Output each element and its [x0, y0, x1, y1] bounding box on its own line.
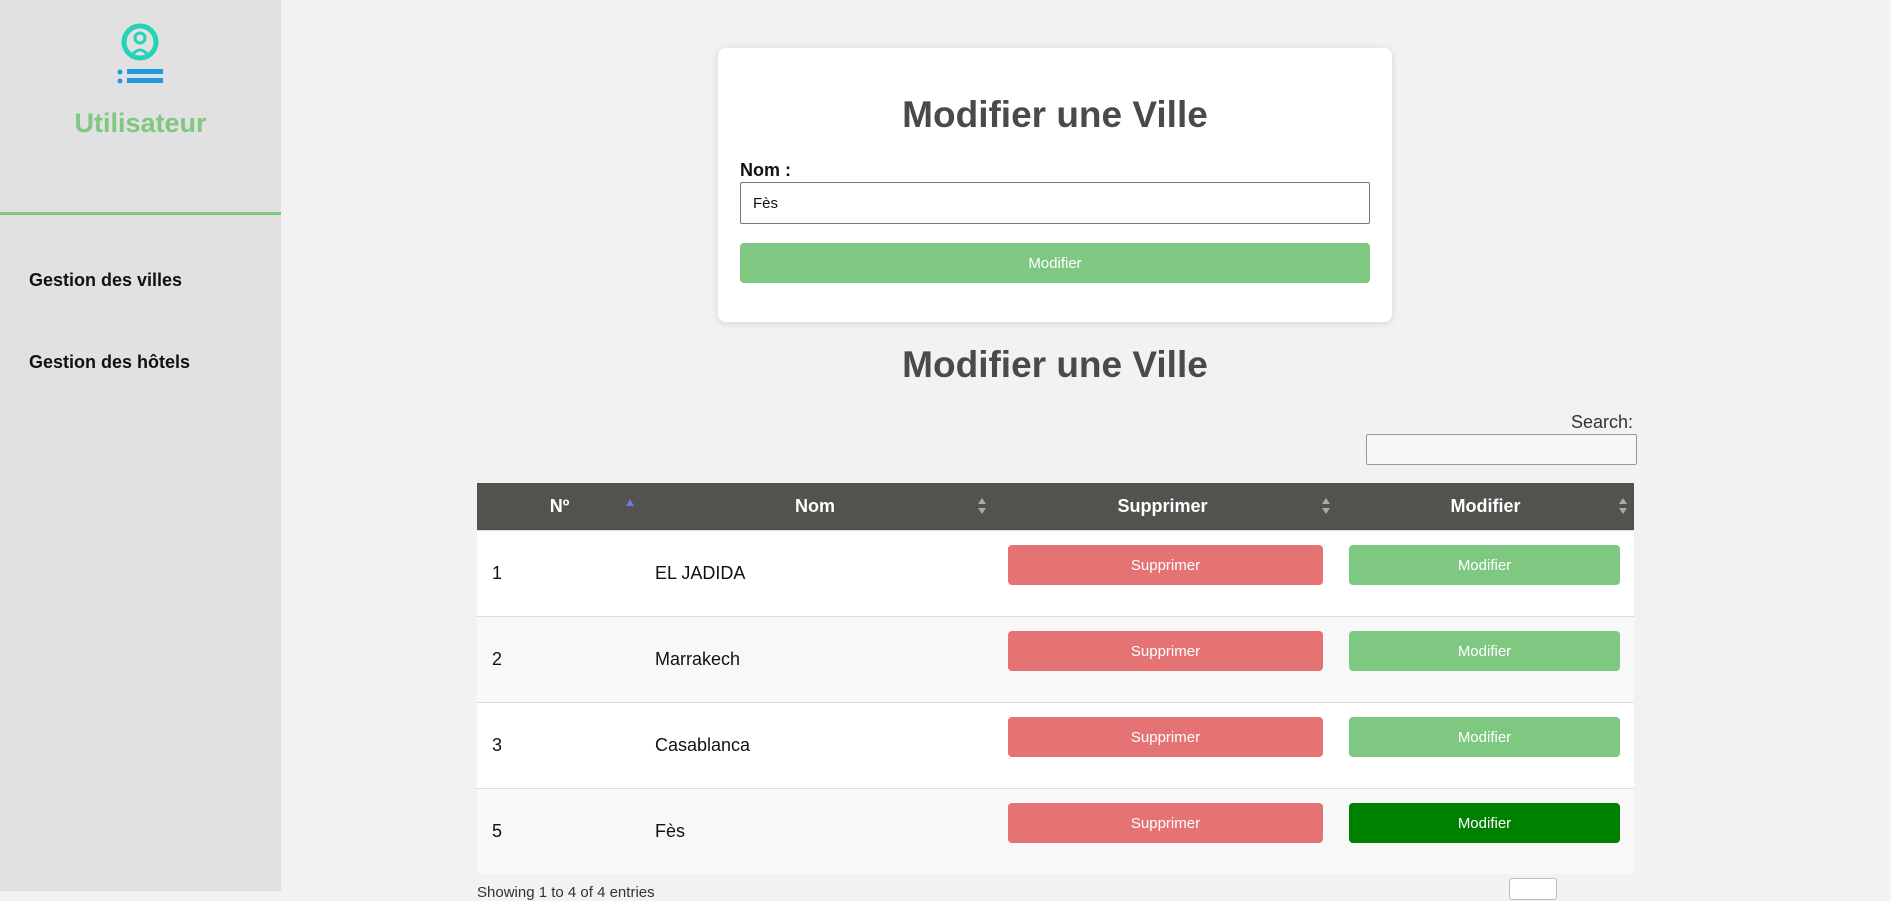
- delete-button[interactable]: Supprimer: [1008, 803, 1323, 843]
- nom-label: Nom :: [740, 160, 791, 180]
- sort-both-icon[interactable]: [977, 497, 987, 515]
- edit-button[interactable]: Modifier: [1349, 545, 1620, 585]
- table-info: Showing 1 to 4 of 4 entries: [477, 884, 655, 901]
- column-header-no[interactable]: Nº: [477, 483, 642, 530]
- edit-button[interactable]: Modifier: [1349, 803, 1620, 843]
- column-header-supprimer[interactable]: Supprimer: [988, 483, 1337, 530]
- cell-nom: Casablanca: [655, 735, 751, 755]
- cell-no: 2: [492, 649, 503, 669]
- cell-nom: EL JADIDA: [655, 563, 746, 583]
- cell-nom: Marrakech: [655, 649, 741, 669]
- table-row: 1 EL JADIDA Supprimer Modifier: [477, 530, 1634, 616]
- delete-button[interactable]: Supprimer: [1008, 631, 1323, 671]
- delete-button[interactable]: Supprimer: [1008, 545, 1323, 585]
- cell-nom: Fès: [655, 821, 686, 841]
- column-header-nom[interactable]: Nom: [642, 483, 988, 530]
- table-row: 2 Marrakech Supprimer Modifier: [477, 616, 1634, 702]
- search-label: Search:: [1571, 412, 1634, 432]
- sidebar-divider: [0, 212, 281, 215]
- table-header: Nº Nom Supprimer Modifier: [477, 483, 1634, 530]
- cities-table: Nº Nom Supprimer Modifier 1 EL JADIDA Su…: [477, 483, 1634, 874]
- user-list-icon: [117, 23, 163, 84]
- sidebar-item-villes[interactable]: Gestion des villes: [29, 270, 182, 291]
- cell-no: 3: [492, 735, 503, 755]
- sidebar: Utilisateur Gestion des villes Gestion d…: [0, 0, 281, 891]
- list-title: Modifier une Ville: [902, 344, 1208, 385]
- sort-both-icon[interactable]: [1618, 497, 1628, 515]
- edit-button[interactable]: Modifier: [1349, 717, 1620, 757]
- column-header-modifier[interactable]: Modifier: [1337, 483, 1634, 530]
- sidebar-item-hotels[interactable]: Gestion des hôtels: [29, 352, 190, 373]
- form-title: Modifier une Ville: [902, 94, 1208, 135]
- edit-city-card: Modifier une Ville Nom : Modifier: [718, 48, 1392, 322]
- nom-input[interactable]: [740, 182, 1370, 224]
- sort-asc-icon[interactable]: [625, 497, 635, 515]
- table-row: 5 Fès Supprimer Modifier: [477, 788, 1634, 874]
- delete-button[interactable]: Supprimer: [1008, 717, 1323, 757]
- table-row: 3 Casablanca Supprimer Modifier: [477, 702, 1634, 788]
- cell-no: 1: [492, 563, 503, 583]
- submit-button[interactable]: Modifier: [740, 243, 1370, 283]
- pagination-button[interactable]: [1509, 878, 1557, 900]
- edit-button[interactable]: Modifier: [1349, 631, 1620, 671]
- search-input[interactable]: [1366, 434, 1637, 465]
- sidebar-brand: Utilisateur: [74, 108, 207, 138]
- cell-no: 5: [492, 821, 503, 841]
- sort-both-icon[interactable]: [1321, 497, 1331, 515]
